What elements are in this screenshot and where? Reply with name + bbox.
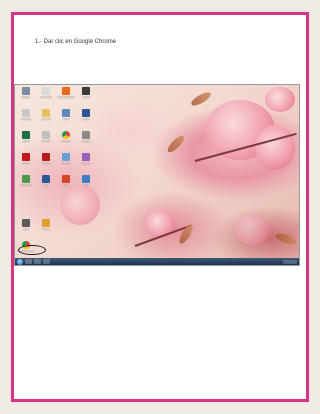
chrome-highlight-circle [18, 245, 46, 255]
taskbar-button-media[interactable] [34, 259, 41, 264]
word-doc-icon-glyph [42, 175, 50, 183]
blossom-cluster-top [265, 87, 295, 112]
desktop-icon-label: Excel [22, 140, 30, 143]
desktop-icon-label: Equipo [21, 96, 31, 99]
desktop-icon-label: Word [82, 118, 90, 121]
desktop-icon-label: PPT [63, 184, 69, 187]
image-icon-glyph [62, 153, 70, 161]
file-icon[interactable]: Archivo [37, 131, 55, 143]
blossom-cluster-right [255, 125, 295, 170]
desktop-icon-label: Archivo [41, 140, 51, 143]
calc-icon-glyph [22, 219, 30, 227]
desktop-icon-label: VIDEO [81, 96, 91, 99]
excel-icon-glyph [22, 131, 30, 139]
desktop-screenshot: Equipo Mi recurso Mozilla Firefox VIDEO Pape… [14, 84, 300, 266]
desktop-icon-area: Equipo Mi recurso Mozilla Firefox VIDEO Pape… [17, 87, 97, 253]
pdf-icon[interactable]: Adobe [17, 153, 35, 165]
calc-icon[interactable]: Calc [17, 219, 35, 231]
desktop-icon-label: Config [82, 140, 90, 143]
desktop-icon-label: Mi recurso [39, 96, 53, 99]
program-icon-glyph [22, 175, 30, 183]
folder-icon-glyph [42, 109, 50, 117]
taskbar-button-app[interactable] [43, 259, 50, 264]
app-icon-glyph [82, 175, 90, 183]
word-icon[interactable]: Word [77, 109, 95, 121]
folder-icon[interactable]: Carpeta [37, 109, 55, 121]
taskbar [15, 258, 299, 265]
desktop-icon-label: Carpeta [41, 118, 51, 121]
desktop-icon-label: Red [63, 118, 69, 121]
ppt-icon[interactable]: PPT [57, 175, 75, 187]
leaf [189, 90, 213, 108]
desktop-icon-label: Imagen [61, 162, 71, 165]
video-icon[interactable]: VIDEO [77, 87, 95, 99]
desktop-icon-label: Musica [81, 162, 91, 165]
recycle-bin-icon[interactable]: Papelera [17, 109, 35, 121]
chrome-icon-small-glyph [62, 131, 70, 139]
system-tray [283, 259, 297, 264]
firefox-icon-glyph [62, 87, 70, 95]
taskbar-button-explorer[interactable] [25, 259, 32, 264]
desktop-icon-label: Mozilla Firefox [57, 96, 75, 99]
network-icon[interactable]: Red [57, 109, 75, 121]
chrome-icon-small[interactable]: Chrome [57, 131, 75, 143]
computer-icon[interactable]: Equipo [17, 87, 35, 99]
image-icon[interactable]: Imagen [57, 153, 75, 165]
leaf [274, 231, 298, 247]
file-icon-glyph [42, 131, 50, 139]
word-icon-glyph [82, 109, 90, 117]
acrobat-icon-glyph [42, 153, 50, 161]
program-icon[interactable]: Programa [17, 175, 35, 187]
music-icon[interactable]: Musica [77, 153, 95, 165]
network-icon-glyph [62, 109, 70, 117]
notepad-icon[interactable]: Mi recurso [37, 87, 55, 99]
acrobat-icon[interactable]: Reader [37, 153, 55, 165]
word-doc-icon[interactable]: Doc [37, 175, 55, 187]
excel-icon[interactable]: Excel [17, 131, 35, 143]
pdf-icon-glyph [22, 153, 30, 161]
blossom-cluster-bottom-right [235, 215, 270, 245]
music-icon-glyph [82, 153, 90, 161]
leaf [177, 222, 195, 246]
desktop-icon-label: Programa [20, 184, 32, 187]
ppt-icon-glyph [62, 175, 70, 183]
paint-icon[interactable]: Paint [37, 219, 55, 231]
desktop-icon-label: Reader [41, 162, 51, 165]
desktop-icon-label: Doc [43, 184, 49, 187]
instruction-text: 1.- Dar clic en Google Chrome [35, 39, 117, 45]
leaf [165, 133, 187, 155]
desktop-icon-label: Paint [43, 228, 49, 231]
settings-icon[interactable]: Config [77, 131, 95, 143]
notepad-icon-glyph [42, 87, 50, 95]
desktop-icon-label: Chrome [61, 140, 71, 143]
start-button[interactable] [17, 258, 23, 265]
desktop-icon-label: App [83, 184, 89, 187]
firefox-icon[interactable]: Mozilla Firefox [57, 87, 75, 99]
desktop-icon-label: Adobe [22, 162, 30, 165]
settings-icon-glyph [82, 131, 90, 139]
app-icon[interactable]: App [77, 175, 95, 187]
paint-icon-glyph [42, 219, 50, 227]
desktop-icon-label: Calc [23, 228, 29, 231]
video-icon-glyph [82, 87, 90, 95]
computer-icon-glyph [22, 87, 30, 95]
desktop-icon-label: Papelera [20, 118, 32, 121]
recycle-bin-icon-glyph [22, 109, 30, 117]
